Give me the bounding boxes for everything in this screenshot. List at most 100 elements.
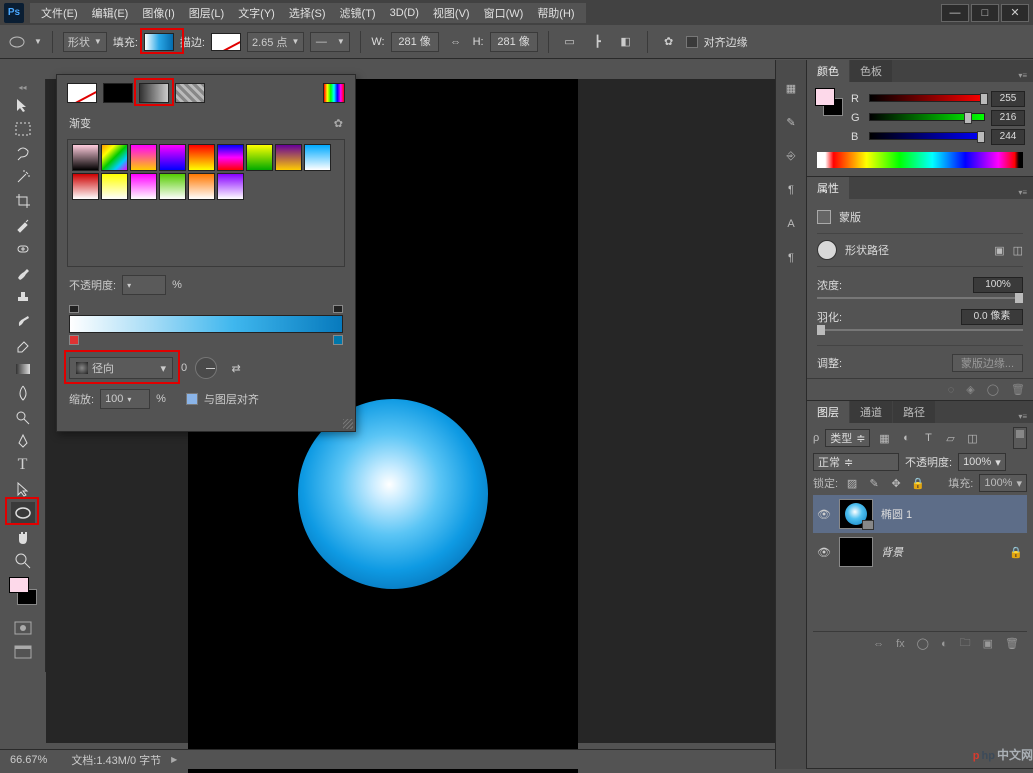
- tab-layers[interactable]: 图层: [807, 401, 849, 423]
- eyedropper-tool[interactable]: [11, 214, 35, 236]
- gradient-tool[interactable]: [11, 358, 35, 380]
- new-layer-icon[interactable]: ▣: [983, 637, 993, 650]
- gradient-type-dropdown[interactable]: 径向 ▾: [69, 357, 173, 379]
- minimize-button[interactable]: —: [941, 4, 969, 22]
- link-icon[interactable]: ⇔: [445, 31, 467, 53]
- filter-type-icon[interactable]: T: [920, 430, 936, 446]
- filter-pixel-icon[interactable]: ▦: [876, 430, 892, 446]
- ellipse-tool[interactable]: [11, 502, 35, 524]
- density-value[interactable]: 100%: [973, 277, 1023, 293]
- menu-window[interactable]: 窗口(W): [477, 3, 531, 23]
- doc-info[interactable]: 文档:1.43M/0 字节: [71, 752, 161, 768]
- history-panel-icon[interactable]: ▦: [781, 78, 801, 98]
- shape-mode-dropdown[interactable]: 形状 ▼: [63, 32, 107, 52]
- path-arrange-icon[interactable]: ◧: [615, 31, 637, 53]
- mask-icon[interactable]: ◯: [917, 637, 929, 650]
- chevron-down-icon[interactable]: ▼: [34, 37, 42, 46]
- tool-preset-icon[interactable]: [6, 31, 28, 53]
- tab-properties[interactable]: 属性: [807, 177, 849, 199]
- menu-image[interactable]: 图像(I): [135, 3, 181, 23]
- heal-tool[interactable]: [11, 238, 35, 260]
- foreground-background-colors[interactable]: [7, 577, 39, 605]
- layer-thumb[interactable]: [839, 499, 873, 529]
- styles-panel-icon[interactable]: ¶: [781, 248, 801, 268]
- paragraph-panel-icon[interactable]: ¶: [781, 180, 801, 200]
- pen-tool[interactable]: [11, 430, 35, 452]
- eraser-tool[interactable]: [11, 334, 35, 356]
- trash-icon[interactable]: 🗑: [1005, 637, 1019, 650]
- g-value[interactable]: 216: [991, 110, 1025, 126]
- visibility-icon[interactable]: 👁: [817, 546, 831, 559]
- adjustment-icon[interactable]: ◐: [941, 638, 948, 650]
- history-brush-tool[interactable]: [11, 310, 35, 332]
- clone-panel-icon[interactable]: ⎆: [781, 146, 801, 166]
- fill-pattern-option[interactable]: [175, 83, 205, 103]
- link-layers-icon[interactable]: ⇔: [873, 638, 884, 650]
- fill-none-option[interactable]: [67, 83, 97, 103]
- fx-icon[interactable]: fx: [896, 638, 905, 650]
- menu-help[interactable]: 帮助(H): [530, 3, 581, 23]
- menu-filter[interactable]: 滤镜(T): [333, 3, 383, 23]
- character-panel-icon[interactable]: A: [781, 214, 801, 234]
- filter-toggle[interactable]: [1013, 427, 1027, 449]
- close-button[interactable]: ✕: [1001, 4, 1029, 22]
- info-chevron-icon[interactable]: ▶: [171, 755, 177, 764]
- b-slider[interactable]: [869, 132, 985, 142]
- stroke-swatch[interactable]: [211, 33, 241, 51]
- delete-mask-icon[interactable]: 🗑: [1011, 383, 1025, 396]
- reverse-icon[interactable]: ⇄: [225, 357, 247, 379]
- b-value[interactable]: 244: [991, 129, 1025, 145]
- g-slider[interactable]: [869, 113, 985, 123]
- fill-swatch[interactable]: [144, 33, 174, 51]
- blend-mode-dropdown[interactable]: 正常≑: [813, 453, 899, 471]
- vector-mask-icon[interactable]: ◫: [1013, 244, 1023, 257]
- type-tool[interactable]: T: [11, 454, 35, 476]
- path-ops-icon[interactable]: ▭: [559, 31, 581, 53]
- blur-tool[interactable]: [11, 382, 35, 404]
- filter-adjust-icon[interactable]: ◐: [898, 430, 914, 446]
- path-select-tool[interactable]: [11, 478, 35, 500]
- filter-smart-icon[interactable]: ◫: [964, 430, 980, 446]
- layer-name[interactable]: 背景: [881, 544, 903, 560]
- zoom-readout[interactable]: 66.67%: [10, 754, 47, 766]
- panel-menu-icon[interactable]: ▾≡: [1012, 186, 1033, 199]
- density-slider[interactable]: [817, 297, 1023, 299]
- group-icon[interactable]: 🗀: [960, 634, 971, 653]
- lock-paint-icon[interactable]: ✎: [866, 475, 882, 491]
- opacity-input[interactable]: ▾: [122, 275, 166, 295]
- stroke-width-input[interactable]: 2.65 点▼: [247, 32, 304, 52]
- angle-dial[interactable]: [195, 357, 217, 379]
- panel-menu-icon[interactable]: ▾≡: [1012, 410, 1033, 423]
- tab-swatches[interactable]: 色板: [850, 60, 892, 82]
- menu-layer[interactable]: 图层(L): [182, 3, 231, 23]
- align-layer-checkbox[interactable]: [186, 393, 198, 405]
- filter-kind-dropdown[interactable]: 类型≑: [825, 429, 870, 447]
- layer-fill-input[interactable]: 100%▾: [979, 474, 1027, 492]
- visibility-icon[interactable]: 👁: [817, 508, 831, 521]
- lock-pos-icon[interactable]: ✥: [888, 475, 904, 491]
- filter-shape-icon[interactable]: ▱: [942, 430, 958, 446]
- gradient-editor[interactable]: [69, 305, 343, 347]
- move-tool[interactable]: [11, 94, 35, 116]
- layer-item-ellipse[interactable]: 👁 椭圆 1: [813, 495, 1027, 533]
- fill-solid-option[interactable]: [103, 83, 133, 103]
- apply-mask-icon[interactable]: ◈: [966, 383, 974, 396]
- dodge-tool[interactable]: [11, 406, 35, 428]
- hand-tool[interactable]: [11, 526, 35, 548]
- layer-thumb[interactable]: [839, 537, 873, 567]
- height-input[interactable]: 281 像: [490, 32, 538, 52]
- lock-trans-icon[interactable]: ▨: [844, 475, 860, 491]
- collapse-icon[interactable]: ◂◂: [0, 83, 45, 93]
- stamp-tool[interactable]: [11, 286, 35, 308]
- gradient-bar[interactable]: [69, 315, 343, 333]
- crop-tool[interactable]: [11, 190, 35, 212]
- width-input[interactable]: 281 像: [391, 32, 439, 52]
- tab-channels[interactable]: 通道: [850, 401, 892, 423]
- resize-grip[interactable]: [343, 419, 353, 429]
- r-value[interactable]: 255: [991, 91, 1025, 107]
- gradient-presets[interactable]: [67, 139, 345, 267]
- quickmask-icon[interactable]: [11, 617, 35, 639]
- panel-menu-icon[interactable]: ▾≡: [1012, 69, 1033, 82]
- maximize-button[interactable]: □: [971, 4, 999, 22]
- menu-view[interactable]: 视图(V): [426, 3, 477, 23]
